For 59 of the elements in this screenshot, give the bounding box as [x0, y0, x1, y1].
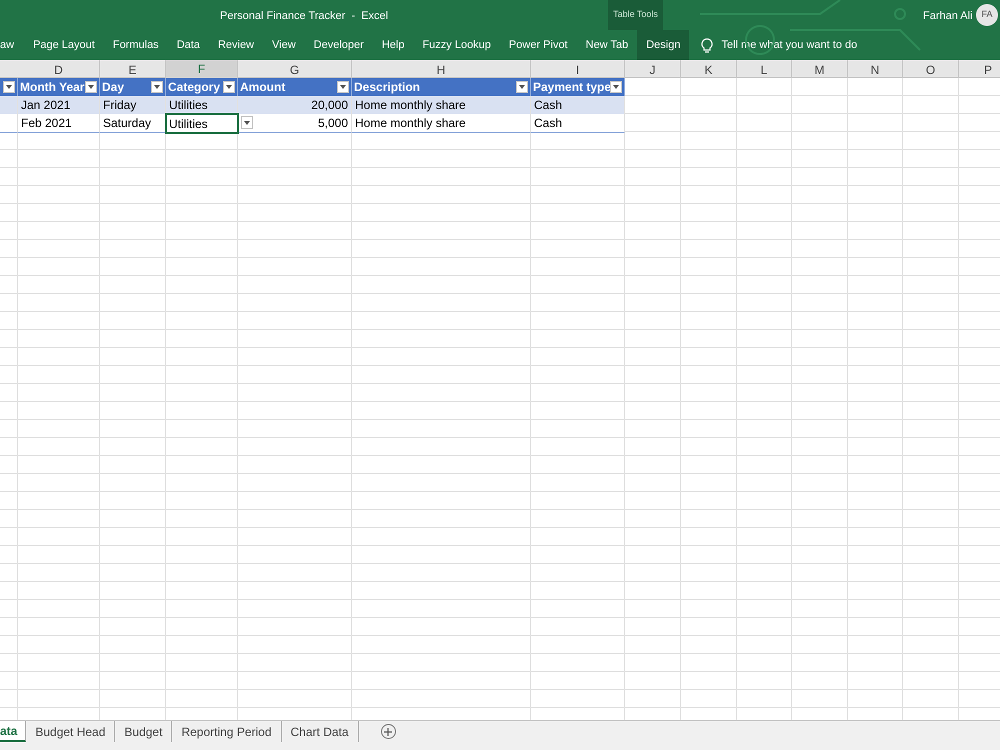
column-header[interactable]: P	[959, 60, 1000, 80]
cell-dropdown-button[interactable]	[241, 116, 253, 129]
caret-icon	[154, 85, 160, 89]
dropdown-button[interactable]	[151, 81, 163, 93]
header-label: Day	[102, 79, 124, 96]
ribbon-tab[interactable]: Formulas	[104, 30, 168, 60]
context-tab-label: Table Tools	[608, 0, 663, 30]
column-header[interactable]: M	[792, 60, 848, 80]
ribbon-tab[interactable]: Power Pivot	[500, 30, 577, 60]
sheet-tab[interactable]: ata	[0, 721, 26, 742]
table-cell[interactable]: Cash	[531, 114, 625, 133]
table-cell[interactable]: 20,000	[238, 96, 352, 115]
ribbon-tab[interactable]: Page Layout	[24, 30, 104, 60]
table-cell[interactable]: Home monthly share	[352, 114, 531, 133]
caret-icon	[226, 85, 232, 89]
header-label: Payment type	[533, 79, 612, 96]
ribbon-tab[interactable]: Design	[637, 30, 690, 60]
window-title: Personal Finance Tracker - Excel	[220, 9, 388, 24]
caret-icon	[340, 85, 346, 89]
header-label: Description	[354, 79, 420, 96]
ribbon-tab[interactable]: Review	[208, 30, 264, 60]
lightbulb-icon	[701, 38, 714, 52]
column-header[interactable]: K	[681, 60, 737, 80]
ribbon-tab[interactable]: aw	[0, 30, 24, 60]
user-name: Farhan Ali	[923, 9, 973, 24]
dropdown-button[interactable]	[223, 81, 235, 93]
table-cell[interactable]: Jan 2021	[18, 96, 100, 115]
table-cell[interactable]: Cash	[531, 96, 625, 115]
column-header[interactable]: O	[903, 60, 959, 80]
table-cell[interactable]: Feb 2021	[18, 114, 100, 133]
dropdown-button[interactable]	[516, 81, 528, 93]
caret-icon	[88, 85, 94, 89]
caret-icon	[244, 120, 250, 124]
header-label: Amount	[240, 79, 286, 96]
caret-icon	[6, 85, 12, 89]
dropdown-button[interactable]	[85, 81, 97, 93]
table-cell[interactable]: Saturday	[100, 114, 166, 133]
header-label: Category	[168, 79, 220, 96]
ribbon-tab[interactable]: View	[263, 30, 305, 60]
ribbon-tab[interactable]: Developer	[304, 30, 373, 60]
caret-icon	[613, 85, 619, 89]
table-cell[interactable]: Friday	[100, 96, 166, 115]
column-header[interactable]: F	[166, 60, 238, 80]
column-header[interactable]: L	[737, 60, 792, 80]
header-label: Month Year	[20, 79, 84, 96]
ribbon-tab[interactable]: Fuzzy Lookup	[413, 30, 500, 60]
plus-icon	[384, 728, 392, 736]
ribbon-tab[interactable]: Data	[168, 30, 209, 60]
dropdown-button[interactable]	[337, 81, 349, 93]
dropdown-button[interactable]	[610, 81, 622, 93]
table-cell[interactable]: 5,000	[238, 114, 352, 133]
dropdown-button[interactable]	[3, 81, 15, 93]
user-avatar[interactable]: FA	[976, 4, 998, 26]
column-header[interactable]: N	[848, 60, 903, 80]
table-cell[interactable]: Home monthly share	[352, 96, 531, 115]
ribbon-tab[interactable]: Help	[372, 30, 414, 60]
caret-icon	[519, 85, 525, 89]
add-sheet-button[interactable]	[380, 724, 396, 739]
ribbon-tab[interactable]: New Tab	[576, 30, 638, 60]
